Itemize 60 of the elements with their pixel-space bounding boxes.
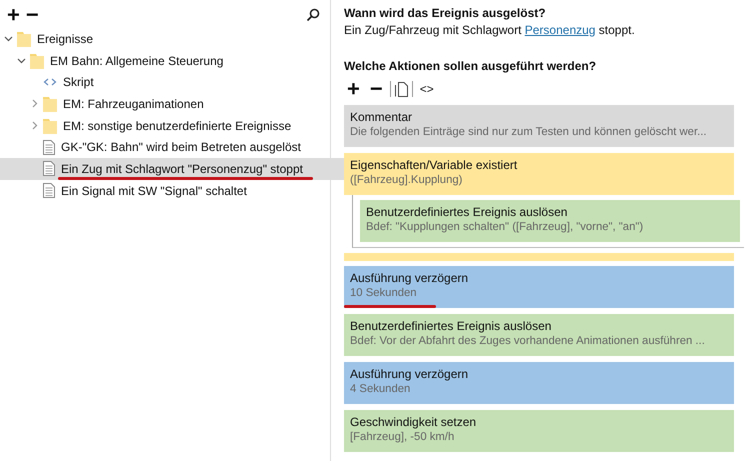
folder-icon [17, 30, 31, 47]
add-button[interactable]: + [344, 79, 363, 99]
copy-icon[interactable] [394, 82, 408, 96]
action-block[interactable]: Geschwindigkeit setzen [Fahrzeug], -50 km/h [344, 410, 734, 452]
chevron-right-icon[interactable] [30, 121, 39, 130]
remove-button[interactable]: − [22, 5, 42, 25]
tree-item[interactable]: EM: Fahrzeuganimationen [0, 93, 330, 115]
tree-item-label: EM: Fahrzeuganimationen [63, 96, 204, 111]
action-block[interactable]: Eigenschaften/Variable existiert ([Fahrzeug].Kupplung) [344, 153, 734, 195]
tree-item-label: Ereignisse [37, 32, 94, 46]
tree-item-label: EM: sonstige benutzerdefinierte Ereignisse [63, 118, 292, 133]
script-button[interactable]: <> [416, 82, 437, 96]
action-detail: 10 Sekunden [350, 287, 417, 299]
document-icon [43, 161, 55, 176]
trigger-heading: Wann wird das Ereignis ausgelöst? [344, 6, 547, 22]
search-icon[interactable] [306, 8, 320, 22]
keyword-link[interactable]: Personenzug [524, 23, 596, 37]
trigger-description: Ein Zug/Fahrzeug mit Schlagwort Personenzug stoppt. [344, 23, 636, 39]
chevron-right-icon[interactable] [30, 99, 39, 108]
action-detail: Die folgenden Einträge sind nur zum Testen und können gelöscht wer... [350, 126, 706, 138]
action-block[interactable]: Benutzerdefiniertes Ereignis auslösen Bdef: "Kupplungen schalten" ([Fahrzeug], "vorne", "an") [360, 200, 740, 242]
tree-item[interactable]: EM Bahn: Allgemeine Steuerung [0, 50, 330, 72]
action-detail: Bdef: "Kupplungen schalten" ([Fahrzeug], "vorne", "an") [366, 221, 644, 233]
action-title: Ausführung verzögern [350, 367, 470, 381]
tree-item[interactable]: Ereignisse [0, 28, 330, 50]
document-icon [43, 183, 55, 198]
chevron-down-icon[interactable] [4, 34, 13, 44]
tree-item-label: EM Bahn: Allgemeine Steuerung [50, 54, 224, 68]
code-icon [43, 78, 57, 86]
folder-icon [30, 52, 44, 69]
folder-icon [43, 96, 57, 112]
action-detail: ([Fahrzeug].Kupplung) [350, 174, 462, 186]
action-title: Kommentar [350, 110, 414, 124]
action-title: Eigenschaften/Variable existiert [350, 158, 518, 172]
tree-item[interactable]: Skript [0, 71, 330, 94]
add-button[interactable]: + [4, 5, 23, 25]
action-block[interactable]: Ausführung verzögern 4 Sekunden [344, 362, 734, 404]
folder-icon [43, 118, 57, 134]
action-title: Benutzerdefiniertes Ereignis auslösen [350, 319, 552, 333]
remove-button[interactable]: − [366, 79, 386, 99]
tree-item-label: Ein Zug mit Schlagwort "Personenzug" stoppt [61, 162, 303, 176]
tree-item[interactable]: Ein Zug mit Schlagwort "Personenzug" stoppt [0, 158, 346, 180]
action-block[interactable]: Ausführung verzögern 10 Sekunden [344, 266, 734, 308]
tree-item[interactable]: GK-"GK: Bahn" wird beim Betreten ausgelöst [0, 136, 330, 158]
tree-item-label: GK-"GK: Bahn" wird beim Betreten ausgelöst [61, 140, 301, 154]
tree-item-label: Ein Signal mit SW "Signal" schaltet [61, 184, 247, 198]
actions-heading: Welche Aktionen sollen ausgeführt werden? [344, 59, 598, 75]
tree-item-label: Skript [63, 75, 94, 90]
action-title: Benutzerdefiniertes Ereignis auslösen [366, 205, 568, 219]
action-block[interactable]: Benutzerdefiniertes Ereignis auslösen Bdef: Vor der Abfahrt des Zuges vorhandene Animationen ausführen ... [344, 314, 734, 356]
action-detail: Bdef: Vor der Abfahrt des Zuges vorhandene Animationen ausführen ... [350, 335, 705, 347]
action-detail: 4 Sekunden [350, 383, 410, 395]
action-block[interactable]: Kommentar Die folgenden Einträge sind nur zum Testen und können gelöscht wer... [344, 105, 734, 147]
action-title: Geschwindigkeit setzen [350, 415, 478, 429]
document-icon [43, 140, 55, 155]
tree-item[interactable]: Ein Signal mit SW "Signal" schaltet [0, 180, 330, 202]
tree-item[interactable]: EM: sonstige benutzerdefinierte Ereignisse [0, 114, 330, 136]
action-detail: [Fahrzeug], -50 km/h [350, 431, 454, 443]
action-title: Ausführung verzögern [350, 271, 470, 285]
chevron-down-icon[interactable] [17, 56, 26, 66]
